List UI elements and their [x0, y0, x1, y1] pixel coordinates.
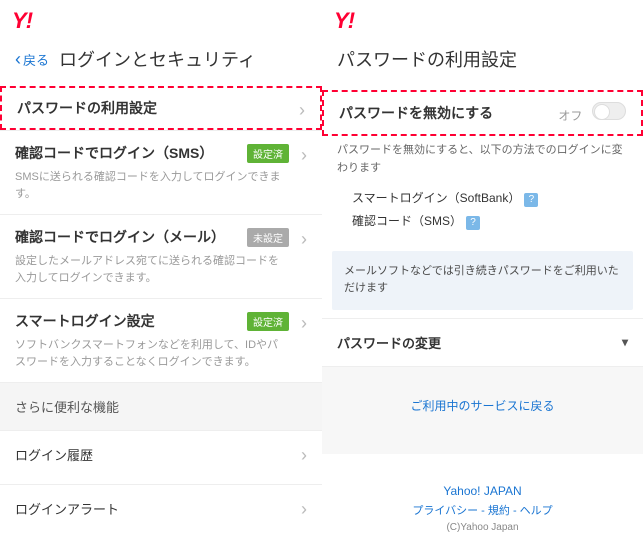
- help-icon[interactable]: ?: [524, 193, 538, 207]
- yahoo-logo-icon: Y: [12, 8, 32, 33]
- row-title: 確認コードでログイン（メール）: [15, 227, 247, 247]
- left-pane: Y 戻る ログインとセキュリティ パスワードの利用設定 確認コードでログイン（S…: [0, 0, 322, 532]
- row-disable-password: パスワードを無効にする オフ: [322, 90, 643, 136]
- row-change-password[interactable]: パスワードの変更: [322, 318, 643, 367]
- method-list: スマートログイン（SoftBank）? 確認コード（SMS）?: [322, 187, 643, 243]
- row-sms-login[interactable]: 確認コードでログイン（SMS） 設定済 SMSに送られる確認コードを入力してログ…: [0, 130, 322, 214]
- left-header: 戻る ログインとセキュリティ: [0, 38, 322, 86]
- status-badge: 設定済: [247, 144, 289, 163]
- footer-copy: (C)Yahoo Japan: [322, 522, 643, 533]
- row-login-alert[interactable]: ログインアラート: [0, 484, 322, 532]
- row-login-history[interactable]: ログイン履歴: [0, 430, 322, 478]
- toggle-status: オフ: [558, 109, 582, 123]
- row-title: パスワードの利用設定: [17, 98, 305, 118]
- row-smart-login[interactable]: スマートログイン設定 設定済 ソフトバンクスマートフォンなどを利用して、IDやパ…: [0, 298, 322, 382]
- help-icon[interactable]: ?: [466, 216, 480, 230]
- footer-links[interactable]: プライバシー - 規約 - ヘルプ: [322, 502, 643, 518]
- row-desc: 設定したメールアドレス宛てに送られる確認コードを入力してログインできます。: [15, 253, 307, 286]
- row-title: スマートログイン設定: [15, 311, 247, 331]
- row-password-settings[interactable]: パスワードの利用設定: [0, 86, 322, 130]
- row-title: 確認コードでログイン（SMS）: [15, 143, 247, 163]
- right-pane: Y パスワードの利用設定 パスワードを無効にする オフ パスワードを無効にすると…: [322, 0, 643, 553]
- yahoo-logo-icon: Y: [334, 8, 354, 33]
- info-box: メールソフトなどでは引き続きパスワードをご利用いただけます: [332, 251, 633, 310]
- right-title: パスワードの利用設定: [337, 50, 517, 70]
- row-mail-login[interactable]: 確認コードでログイン（メール） 未設定 設定したメールアドレス宛てに送られる確認…: [0, 214, 322, 298]
- footer: Yahoo! JAPAN プライバシー - 規約 - ヘルプ (C)Yahoo …: [322, 454, 643, 553]
- row-desc: ソフトバンクスマートフォンなどを利用して、IDやパスワードを入力することなくログ…: [15, 337, 307, 370]
- method-item: 確認コード（SMS）?: [352, 210, 628, 233]
- toggle-control[interactable]: オフ: [558, 102, 626, 124]
- more-section-header: さらに便利な機能: [0, 382, 322, 430]
- logo: Y: [0, 0, 322, 38]
- disable-note: パスワードを無効にすると、以下の方法でのログインに変わります: [322, 136, 643, 187]
- left-title: ログインとセキュリティ: [59, 46, 256, 72]
- row-desc: SMSに送られる確認コードを入力してログインできます。: [15, 169, 307, 202]
- method-item: スマートログイン（SoftBank）?: [352, 187, 628, 210]
- back-to-services-link[interactable]: ご利用中のサービスに戻る: [410, 399, 554, 413]
- back-link[interactable]: 戻る: [15, 49, 49, 70]
- footer-brand[interactable]: Yahoo! JAPAN: [322, 484, 643, 498]
- footer-back-services: ご利用中のサービスに戻る: [322, 367, 643, 454]
- logo: Y: [322, 0, 643, 38]
- toggle-switch[interactable]: [592, 102, 626, 120]
- right-header: パスワードの利用設定: [322, 38, 643, 90]
- status-badge: 設定済: [247, 312, 289, 331]
- status-badge: 未設定: [247, 228, 289, 247]
- toggle-label: パスワードを無効にする: [339, 103, 493, 123]
